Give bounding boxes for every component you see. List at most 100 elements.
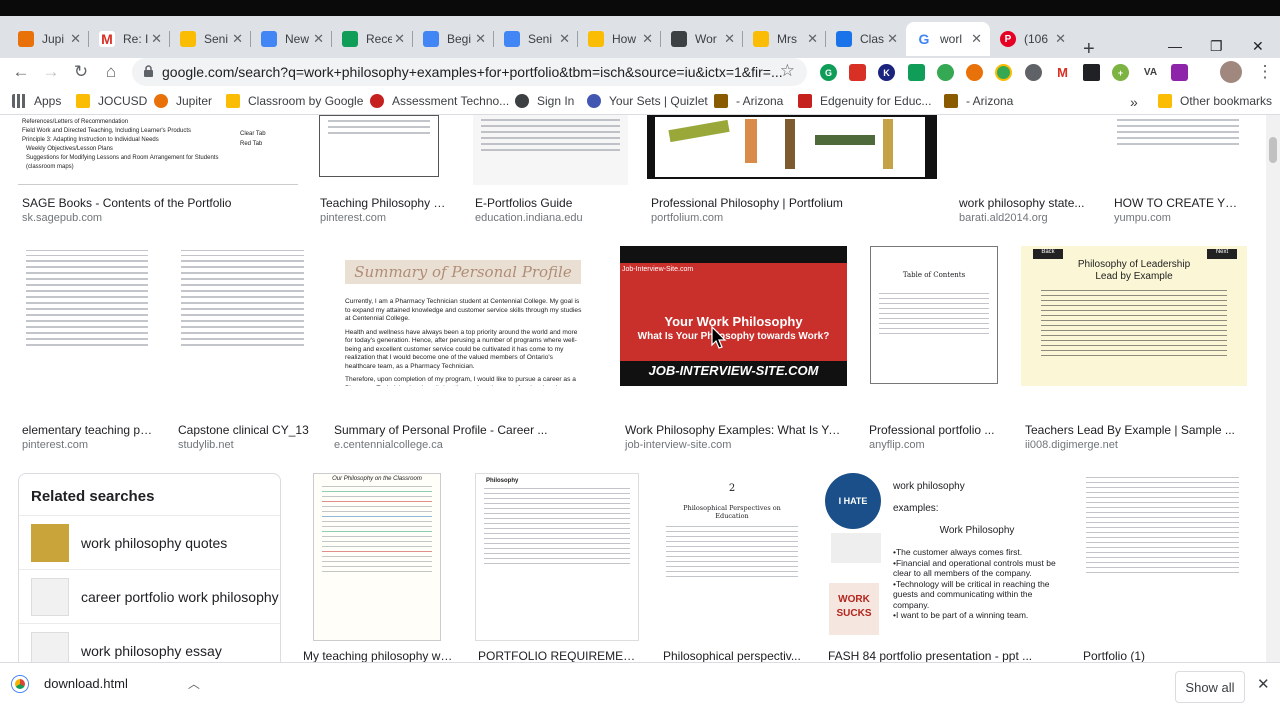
reload-button[interactable]: ↻ [70, 62, 92, 82]
close-icon[interactable]: ✕ [971, 31, 982, 47]
other-bookmarks[interactable]: Other bookmarks [1158, 94, 1272, 108]
bookmark-edgenuity[interactable]: Edgenuity for Educ... [798, 94, 931, 108]
close-download-bar-icon[interactable]: ✕ [1257, 675, 1270, 693]
result-thumbnail[interactable] [645, 115, 938, 179]
result-caption[interactable]: Teachers Lead By Example | Sample ... [1025, 423, 1247, 437]
result-thumbnail[interactable] [315, 115, 456, 185]
window-close-button[interactable]: ✕ [1252, 38, 1264, 55]
home-button[interactable]: ⌂ [100, 62, 122, 82]
forward-button[interactable]: → [40, 62, 62, 82]
close-icon[interactable]: ✕ [475, 31, 486, 47]
tab-classroom[interactable]: Clas ✕ [826, 22, 906, 56]
bookmark-jocusd[interactable]: JOCUSD [76, 94, 147, 108]
bookmark-star-icon[interactable]: ☆ [780, 61, 795, 81]
tab-slides-senior[interactable]: Seni ✕ [170, 22, 251, 56]
result-thumbnail[interactable] [1109, 115, 1247, 185]
result-caption[interactable]: SAGE Books - Contents of the Portfolio [22, 196, 298, 210]
page-scrollbar[interactable] [1266, 115, 1280, 662]
result-caption[interactable]: Summary of Personal Profile - Career ... [334, 423, 604, 437]
result-caption[interactable]: Professional portfolio ... [869, 423, 1003, 437]
tab-work[interactable]: Wor ✕ [661, 22, 743, 56]
result-thumbnail[interactable] [1078, 473, 1247, 641]
extension-plus-icon[interactable]: + [1112, 64, 1129, 81]
close-icon[interactable]: ✕ [887, 31, 898, 47]
close-icon[interactable]: ✕ [1055, 31, 1066, 47]
close-icon[interactable]: ✕ [807, 31, 818, 47]
extension-power-icon[interactable] [1025, 64, 1042, 81]
close-icon[interactable]: ✕ [70, 31, 81, 47]
extension-check-icon[interactable] [995, 64, 1012, 81]
bookmark-assessment[interactable]: Assessment Techno... [370, 94, 509, 108]
extension-qr-icon[interactable] [1083, 64, 1100, 81]
result-caption[interactable]: E-Portfolios Guide [475, 196, 625, 210]
result-caption[interactable]: Teaching Philosophy St... [320, 196, 452, 210]
tab-slides-mrs[interactable]: Mrs ✕ [743, 22, 826, 56]
bookmark-arizona-1[interactable]: - Arizona [714, 94, 783, 108]
bookmark-quizlet[interactable]: Your Sets | Quizlet [587, 94, 708, 108]
tab-drive-recent[interactable]: Rece ✕ [332, 22, 413, 56]
menu-icon[interactable]: ⋮ [1254, 62, 1276, 82]
result-thumbnail[interactable]: Table of Contents [864, 246, 1004, 386]
tab-google-search[interactable]: Gworl ✕ [906, 22, 990, 56]
result-caption[interactable]: Work Philosophy Examples: What Is You... [625, 423, 843, 437]
extension-classroom-icon[interactable] [908, 64, 925, 81]
restore-button[interactable]: ❐ [1210, 38, 1223, 55]
show-all-button[interactable]: Show all [1175, 671, 1245, 703]
result-thumbnail[interactable]: I HATE WORK WORK SUCKS work philosophy e… [823, 473, 1061, 641]
result-thumbnail[interactable] [18, 246, 156, 386]
download-item[interactable]: download.html ︿ [12, 675, 200, 692]
close-icon[interactable]: ✕ [394, 31, 405, 47]
close-icon[interactable]: ✕ [642, 31, 653, 47]
bookmark-classroom[interactable]: Classroom by Google [226, 94, 363, 108]
extension-screencast-icon[interactable] [849, 64, 866, 81]
result-thumbnail[interactable] [173, 246, 312, 386]
chevron-up-icon[interactable]: ︿ [188, 675, 200, 692]
result-thumbnail[interactable]: 2 Philosophical Perspectives on Educatio… [658, 473, 806, 641]
close-icon[interactable]: ✕ [151, 31, 162, 47]
minimize-button[interactable]: — [1168, 38, 1182, 54]
close-icon[interactable]: ✕ [313, 31, 324, 47]
result-thumbnail[interactable]: Summary of Personal Profile Currently, I… [329, 246, 603, 386]
extension-va-icon[interactable]: VA [1142, 64, 1159, 81]
bookmarks-overflow-chevron-icon[interactable]: » [1130, 94, 1138, 110]
extension-grammarly-icon[interactable]: G [820, 64, 837, 81]
result-caption[interactable]: Philosophical perspectiv... [663, 649, 803, 662]
tab-new[interactable]: New ✕ [251, 22, 332, 56]
result-caption[interactable]: HOW TO CREATE YOUR... [1114, 196, 1244, 210]
result-caption[interactable]: work philosophy state... [959, 196, 1089, 210]
result-caption[interactable]: FASH 84 portfolio presentation - ppt ... [828, 649, 1058, 662]
related-search-item[interactable]: work philosophy quotes [19, 515, 280, 569]
back-button[interactable]: ← [10, 62, 32, 82]
scrollbar-thumb[interactable] [1269, 137, 1277, 163]
result-caption[interactable]: Capstone clinical CY_13 [178, 423, 312, 437]
bookmark-apps[interactable]: Apps [12, 94, 61, 108]
tab-gmail[interactable]: M Re: I ✕ [89, 22, 170, 56]
extension-purple-icon[interactable] [1171, 64, 1188, 81]
result-thumbnail[interactable]: Job-Interview-Site.com Your Work Philoso… [620, 246, 847, 386]
close-icon[interactable]: ✕ [559, 31, 570, 47]
result-caption[interactable]: elementary teaching ph... [22, 423, 156, 437]
bookmark-jupiter[interactable]: Jupiter [154, 94, 212, 108]
close-icon[interactable]: ✕ [232, 31, 243, 47]
bookmark-sign-in[interactable]: Sign In [515, 94, 574, 108]
result-caption[interactable]: PORTFOLIO REQUIREMENTS ... [478, 649, 638, 662]
close-icon[interactable]: ✕ [724, 31, 735, 47]
address-bar[interactable]: google.com/search?q=work+philosophy+exam… [132, 58, 807, 86]
tab-slides-how[interactable]: How ✕ [578, 22, 661, 56]
extension-gmail-icon[interactable]: M [1054, 64, 1071, 81]
related-search-item[interactable]: work philosophy essay [19, 623, 280, 662]
related-search-item[interactable]: career portfolio work philosophy [19, 569, 280, 623]
result-caption[interactable]: Portfolio (1) [1083, 649, 1243, 662]
result-caption[interactable]: My teaching philosophy wr... [303, 649, 453, 662]
bookmark-arizona-2[interactable]: - Arizona [944, 94, 1013, 108]
result-caption[interactable]: Professional Philosophy | Portfolium [651, 196, 941, 210]
result-thumbnail[interactable] [473, 115, 628, 185]
result-thumbnail[interactable]: Back Next Philosophy of Leadership Lead … [1021, 246, 1247, 386]
extension-orange-icon[interactable] [966, 64, 983, 81]
tab-jupiter[interactable]: Jupi ✕ [8, 22, 89, 56]
tab-docs-begin[interactable]: Begi ✕ [413, 22, 494, 56]
tab-docs-senior[interactable]: Seni ✕ [494, 22, 578, 56]
extension-cast-icon[interactable] [937, 64, 954, 81]
profile-avatar[interactable] [1220, 61, 1242, 83]
result-thumbnail[interactable]: Philosophy [473, 473, 641, 641]
